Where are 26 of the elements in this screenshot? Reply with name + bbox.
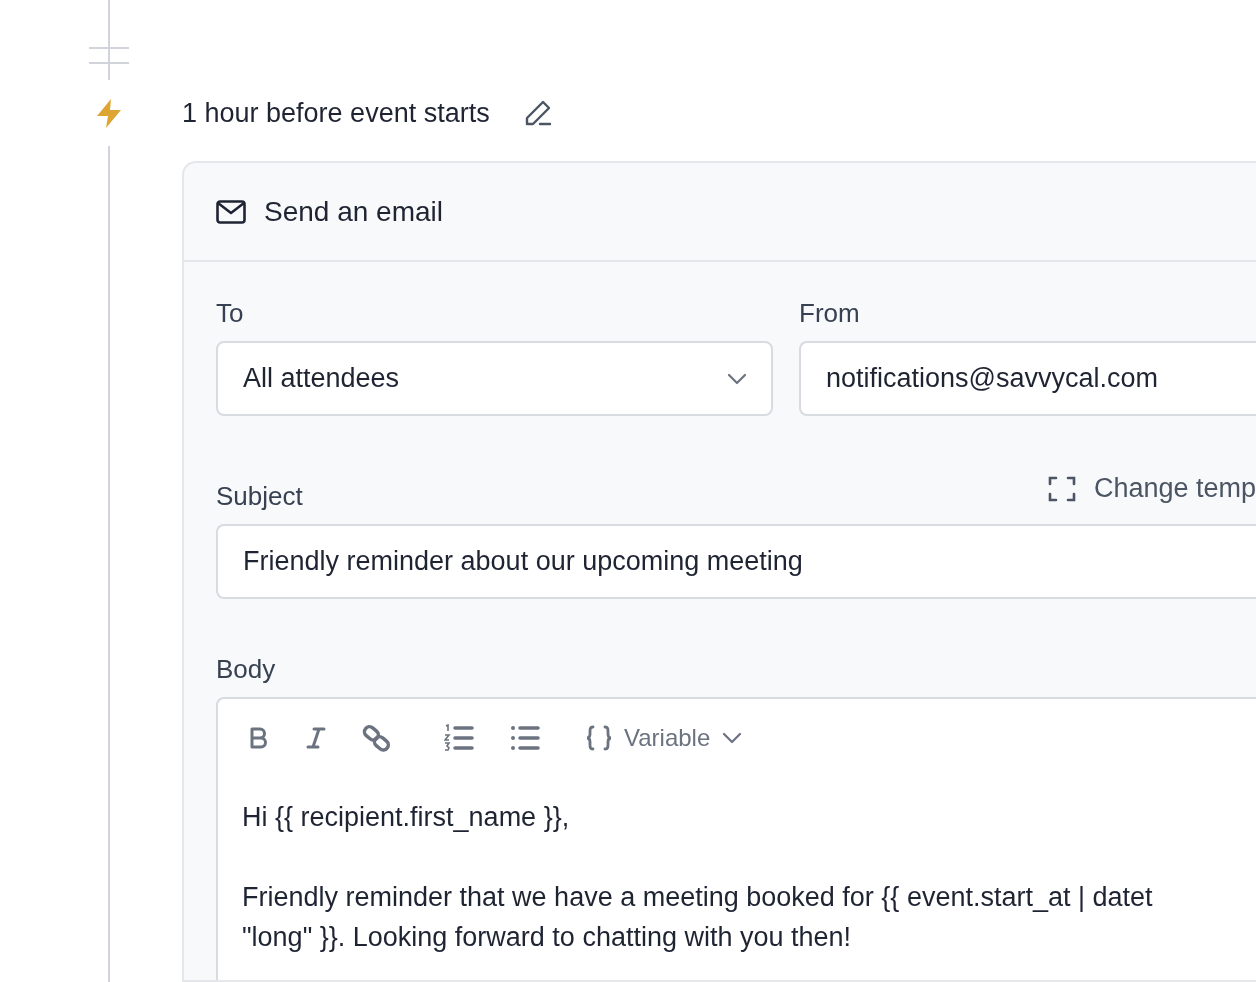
- chevron-down-icon: [722, 732, 743, 744]
- subject-field[interactable]: Friendly reminder about our upcoming meeting: [216, 524, 1256, 599]
- expand-icon: [1047, 474, 1076, 503]
- italic-icon[interactable]: [306, 726, 326, 750]
- field-label: Subject: [216, 481, 303, 512]
- trigger-label: 1 hour before event starts: [182, 97, 490, 129]
- bold-icon[interactable]: [248, 726, 270, 750]
- body-text-line: "long" }}. Looking forward to chatting with you then!: [242, 921, 853, 954]
- bullet-list-icon[interactable]: [510, 724, 540, 752]
- change-template-link[interactable]: Change temp: [1047, 472, 1256, 512]
- pencil-icon[interactable]: [523, 99, 552, 127]
- field-label: From: [799, 298, 861, 329]
- envelope-icon: [216, 199, 246, 224]
- field-label: Body: [216, 654, 277, 685]
- field-label: To: [216, 298, 245, 329]
- body-text-line: Hi {{ recipient.first_name }},: [242, 801, 571, 834]
- sender-field[interactable]: notifications@savvycal.com: [799, 341, 1256, 416]
- recipient-select[interactable]: All attendees: [216, 341, 773, 416]
- variable-button[interactable]: Variable: [586, 724, 743, 752]
- braces-icon: [586, 725, 612, 751]
- link-icon[interactable]: [362, 724, 392, 752]
- card-title: Send an email: [264, 195, 443, 228]
- lightning-icon: [95, 98, 123, 129]
- chevron-down-icon: [727, 372, 747, 385]
- numbered-list-icon[interactable]: [444, 724, 474, 752]
- body-text-line: Friendly reminder that we have a meeting booked for {{ event.start_at | datet: [242, 881, 1154, 914]
